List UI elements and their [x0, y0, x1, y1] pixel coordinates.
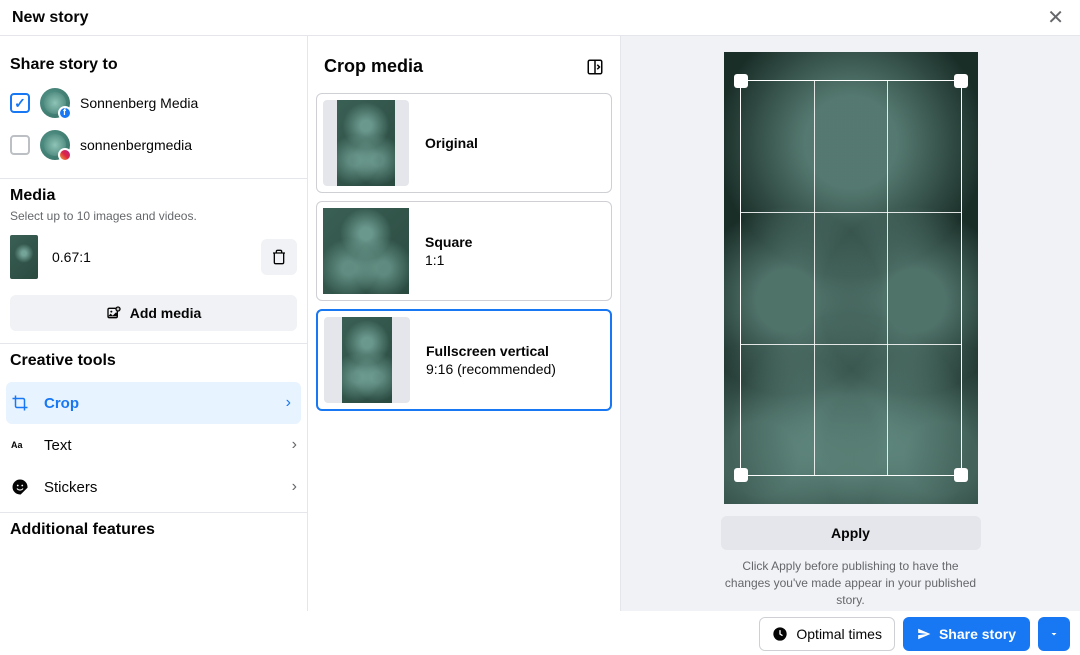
chevron-right-icon: ›	[286, 394, 291, 412]
share-story-label: Share story	[939, 626, 1016, 642]
crop-option-original[interactable]: Original	[316, 93, 612, 193]
delete-media-button[interactable]	[261, 239, 297, 275]
share-dropdown-button[interactable]	[1038, 617, 1070, 651]
chevron-right-icon: ›	[292, 478, 297, 496]
image-add-icon	[106, 305, 122, 321]
account-row-facebook[interactable]: Sonnenberg Media	[10, 82, 297, 124]
text-icon: Aa	[10, 436, 30, 454]
tools-section-title: Creative tools	[10, 352, 297, 370]
crop-handle-tr[interactable]	[954, 74, 968, 88]
checkbox-instagram[interactable]	[10, 135, 30, 155]
account-name: sonnenbergmedia	[80, 137, 192, 153]
footer: Optimal times Share story	[0, 611, 1080, 655]
crop-option-label: Fullscreen vertical	[426, 343, 556, 359]
optimal-times-button[interactable]: Optimal times	[759, 617, 895, 651]
preview-panel: Apply Click Apply before publishing to h…	[621, 36, 1080, 655]
apply-hint: Click Apply before publishing to have th…	[721, 558, 981, 608]
avatar	[40, 88, 70, 118]
instagram-badge-icon	[58, 148, 72, 162]
account-name: Sonnenberg Media	[80, 95, 198, 111]
caret-down-icon	[1048, 628, 1060, 640]
add-media-label: Add media	[130, 305, 202, 321]
share-story-button[interactable]: Share story	[903, 617, 1030, 651]
checkbox-facebook[interactable]	[10, 93, 30, 113]
crop-handle-bl[interactable]	[734, 468, 748, 482]
trash-icon	[271, 249, 287, 265]
media-section-title: Media	[10, 187, 297, 205]
crop-option-sub: 9:16 (recommended)	[426, 361, 556, 377]
media-ratio-label: 0.67:1	[52, 249, 247, 265]
apply-button[interactable]: Apply	[721, 516, 981, 550]
close-button[interactable]: ✕	[1043, 1, 1068, 34]
crop-overlay[interactable]	[740, 80, 962, 476]
additional-section-title: Additional features	[10, 521, 297, 539]
tool-label: Text	[44, 437, 72, 454]
clock-icon	[772, 626, 788, 642]
avatar	[40, 130, 70, 160]
add-media-button[interactable]: Add media	[10, 295, 297, 331]
media-thumbnail	[10, 235, 38, 279]
send-icon	[917, 627, 931, 641]
crop-option-label: Original	[425, 135, 478, 151]
sidebar: Share story to Sonnenberg Media sonnenbe…	[0, 36, 308, 655]
crop-option-sub: 1:1	[425, 252, 472, 268]
crop-option-square[interactable]: Square 1:1	[316, 201, 612, 301]
account-row-instagram[interactable]: sonnenbergmedia	[10, 124, 297, 166]
crop-panel-title: Crop media	[324, 56, 423, 77]
crop-handle-br[interactable]	[954, 468, 968, 482]
media-section-subtitle: Select up to 10 images and videos.	[10, 209, 297, 223]
crop-panel: Crop media Original Square 1:1 Fullscree…	[308, 36, 621, 655]
preview-image[interactable]	[724, 52, 978, 504]
optimal-times-label: Optimal times	[796, 626, 882, 642]
chevron-right-icon: ›	[292, 436, 297, 454]
sticker-icon	[10, 478, 30, 496]
tool-crop[interactable]: Crop ›	[6, 382, 301, 424]
tool-stickers[interactable]: Stickers ›	[0, 466, 307, 508]
tool-label: Crop	[44, 395, 79, 412]
expand-icon[interactable]	[586, 58, 604, 76]
crop-icon	[10, 394, 30, 412]
crop-handle-tl[interactable]	[734, 74, 748, 88]
media-item[interactable]: 0.67:1	[10, 231, 297, 283]
page-title: New story	[12, 9, 88, 27]
facebook-badge-icon	[58, 106, 72, 120]
svg-text:Aa: Aa	[11, 440, 23, 450]
tool-text[interactable]: Aa Text ›	[0, 424, 307, 466]
tool-label: Stickers	[44, 479, 97, 496]
share-section-title: Share story to	[10, 56, 297, 74]
crop-option-fullscreen-vertical[interactable]: Fullscreen vertical 9:16 (recommended)	[316, 309, 612, 411]
crop-option-label: Square	[425, 234, 472, 250]
